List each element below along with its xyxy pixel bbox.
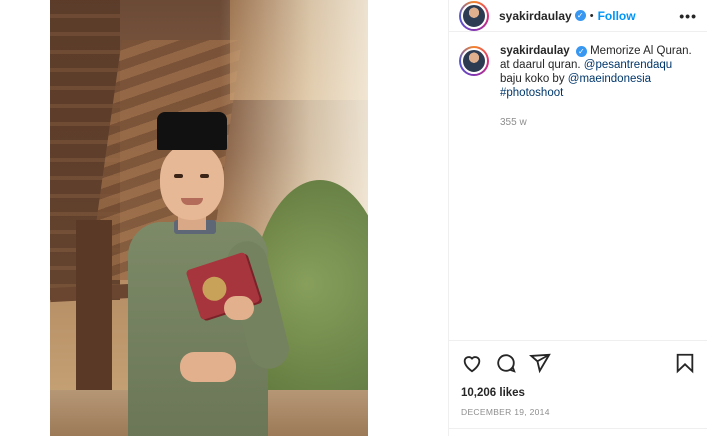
post-header: syakirdaulay ✓ • Follow ••• — [449, 0, 707, 32]
caption-username[interactable]: syakirdaulay — [500, 45, 570, 57]
likes-count[interactable]: 10,206 likes — [461, 387, 696, 399]
photo-subject-boy — [120, 110, 320, 436]
header-username[interactable]: syakirdaulay — [499, 9, 572, 23]
verified-badge-icon: ✓ — [574, 10, 586, 21]
avatar-image — [461, 48, 487, 74]
heart-icon[interactable] — [461, 352, 483, 374]
action-icons-row — [461, 351, 696, 375]
follow-button[interactable]: Follow — [598, 9, 636, 23]
boy-face — [160, 144, 224, 220]
book-emblem — [199, 273, 230, 304]
caption-avatar[interactable] — [459, 46, 489, 76]
boy-mouth — [181, 198, 203, 205]
post-actions: 10,206 likes DECEMBER 19, 2014 — [449, 340, 707, 417]
comment-icon[interactable] — [495, 352, 517, 374]
boy-eye-right — [200, 174, 209, 178]
post-photo[interactable] — [50, 0, 368, 436]
caption-time-ago[interactable]: 355 w — [500, 116, 697, 130]
post-side-panel: syakirdaulay ✓ • Follow ••• syakirdaulay… — [448, 0, 707, 436]
avatar[interactable] — [459, 0, 489, 31]
separator-dot: • — [589, 9, 594, 22]
mention-link-pesantrendaqu[interactable]: @pesantrendaqu — [584, 59, 672, 71]
post-date[interactable]: DECEMBER 19, 2014 — [461, 407, 696, 417]
boy-hand-holding-book — [224, 296, 254, 320]
mention-link-maeindonesia[interactable]: @maeindonesia — [568, 73, 651, 85]
caption-text-2: baju koko by — [500, 73, 565, 85]
caption: syakirdaulay ✓ Memorize Al Quran. at daa… — [449, 32, 707, 130]
boy-eye-left — [174, 174, 183, 178]
caption-body: syakirdaulay ✓ Memorize Al Quran. at daa… — [500, 44, 697, 130]
post-media-area — [0, 0, 448, 436]
avatar-image — [461, 2, 487, 29]
boy-peci-cap — [157, 112, 227, 150]
more-options-icon[interactable]: ••• — [679, 8, 697, 24]
comment-divider — [449, 428, 707, 429]
hashtag-link-photoshoot[interactable]: #photoshoot — [500, 87, 563, 99]
verified-badge-icon: ✓ — [575, 46, 587, 57]
share-icon[interactable] — [529, 352, 551, 374]
boy-hand-on-chest — [180, 352, 236, 382]
bookmark-icon[interactable] — [674, 352, 696, 374]
